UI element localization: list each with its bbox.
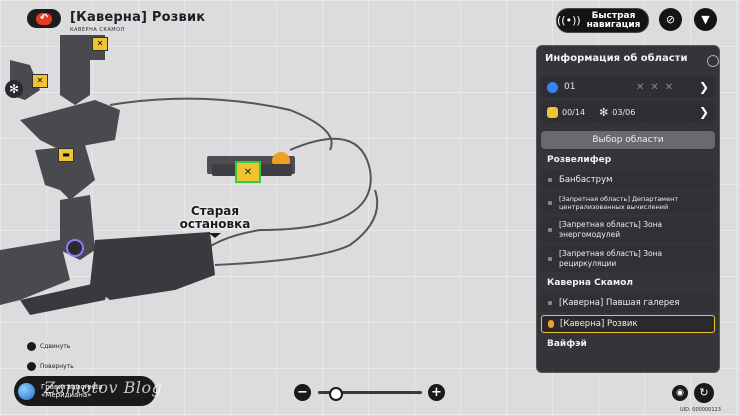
chest-icon[interactable]: ▬ — [58, 148, 74, 162]
selected-chest-marker[interactable]: ✕ — [235, 161, 261, 183]
mouse-icon — [27, 362, 36, 371]
area-info-panel: Информация об области 01 ✕✕✕ ❯ 00/14 ✻ 0… — [536, 45, 720, 373]
chest-icon[interactable]: ✕ — [92, 37, 108, 51]
zoom-out-button[interactable]: − — [294, 384, 311, 401]
mouse-icon: ◉ — [672, 385, 688, 401]
list-item[interactable]: [Запретная область] Зона рециркуляции — [541, 246, 715, 272]
route-path-1 — [109, 97, 333, 151]
zoom-slider-thumb[interactable] — [329, 387, 343, 401]
filter-button[interactable]: ▼ — [694, 8, 717, 31]
collectibles-row[interactable]: 00/14 ✻ 03/06 ❯ — [541, 101, 715, 123]
list-item[interactable]: [Запретная область] Департамент централи… — [541, 192, 715, 214]
empty-slots-icon: ✕✕✕ — [636, 81, 680, 93]
area-select-button[interactable]: Выбор области — [541, 131, 715, 149]
region-header: Розвелифер — [547, 155, 612, 165]
panel-ring-icon — [707, 55, 719, 67]
area-code: 01 — [564, 82, 576, 92]
map-location-label: Старая остановка — [170, 205, 260, 238]
chests-progress: 00/14 — [562, 107, 586, 117]
region-header: Вайфэй — [547, 339, 587, 349]
hint-rotate: Повернуть — [27, 362, 74, 371]
area-code-row[interactable]: 01 ✕✕✕ ❯ — [541, 76, 715, 98]
compass-button[interactable]: ⊘ — [659, 8, 682, 31]
quick-navigation-label: Быстрая навигация — [586, 10, 641, 30]
fans-progress: 03/06 — [612, 107, 636, 117]
waypoint-icon[interactable] — [66, 239, 84, 257]
list-item-selected[interactable]: [Каверна] Розвик — [541, 315, 715, 333]
quick-navigation-button[interactable]: ((•)) Быстрая навигация — [556, 8, 649, 33]
radar-icon: ((•)) — [557, 14, 581, 27]
zoom-in-button[interactable]: + — [428, 384, 445, 401]
footer-code: UID: 000000123 — [680, 407, 721, 413]
list-item[interactable]: Банбаструм — [541, 171, 715, 189]
chest-icon[interactable]: ✕ — [32, 74, 48, 88]
list-item[interactable]: [Каверна] Павшая галерея — [541, 294, 715, 312]
region-header: Каверна Скамол — [547, 278, 634, 288]
fan-icon: ✻ — [599, 105, 609, 119]
back-button[interactable]: ↶ — [27, 9, 61, 28]
chevron-right-icon: ❯ — [698, 105, 709, 119]
panel-title: Информация об области — [545, 53, 688, 64]
chest-icon — [547, 106, 558, 118]
compass-icon: ⊘ — [665, 13, 676, 26]
orb-icon — [18, 382, 35, 400]
teleport-marker[interactable] — [272, 152, 290, 164]
mouse-icon — [27, 342, 36, 351]
watermark: Zamotov Blog — [44, 378, 163, 397]
label-pointer-icon — [209, 233, 221, 238]
area-list: Розвелифер Банбаструм [Запретная область… — [541, 152, 715, 352]
page-title: [Каверна] Розвик — [70, 10, 206, 25]
chevron-right-icon: ❯ — [698, 80, 709, 94]
filter-icon: ▼ — [701, 13, 710, 26]
fan-icon[interactable]: ✻ — [5, 80, 23, 98]
hint-move: Сдвинуть — [27, 342, 70, 351]
list-item[interactable]: [Запретная область] Зона энергомодулей — [541, 217, 715, 243]
back-arrow-icon: ↶ — [36, 12, 52, 25]
page-subtitle: КАВЕРНА СКАМОЛ — [70, 27, 125, 33]
reset-view-button[interactable]: ↻ — [694, 383, 714, 403]
area-code-icon — [547, 81, 558, 93]
